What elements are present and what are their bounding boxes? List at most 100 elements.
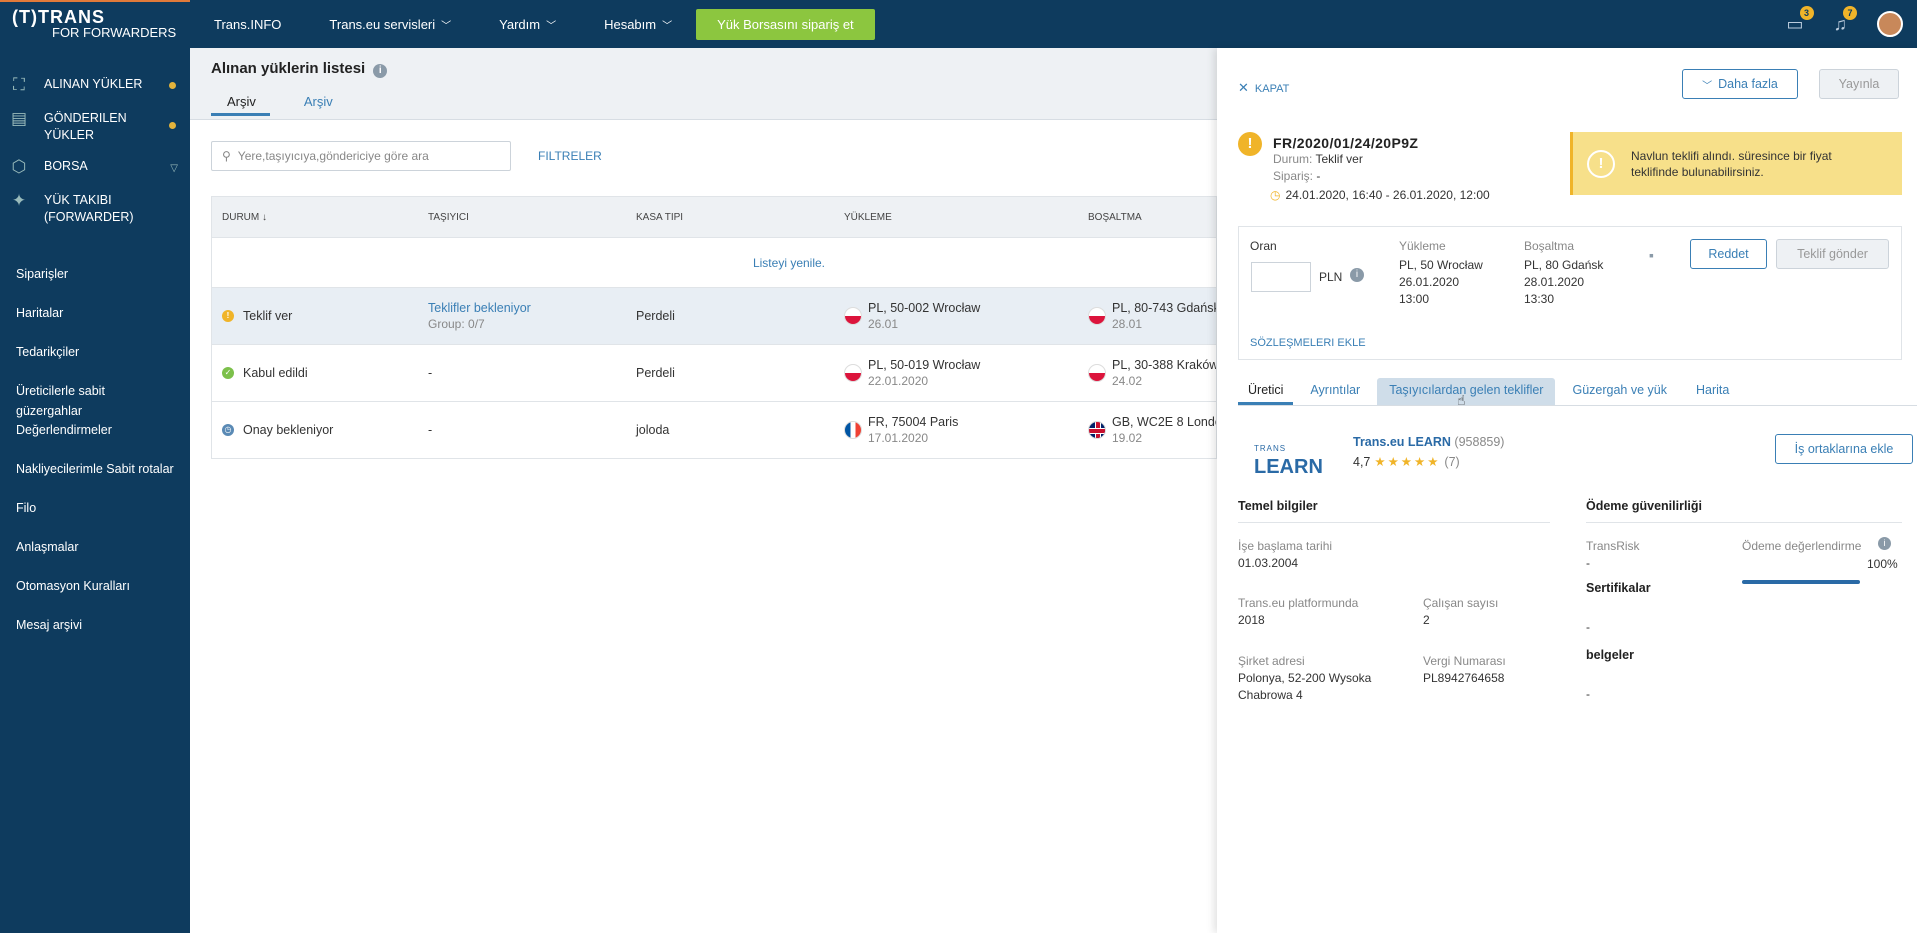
messages-button[interactable]: ▭ 3 xyxy=(1786,5,1814,35)
company-name[interactable]: Trans.eu LEARN (958859) xyxy=(1353,435,1504,449)
company-name-text: Trans.eu LEARN xyxy=(1353,435,1451,449)
search-icon: ⚲ xyxy=(222,149,231,163)
reject-button[interactable]: Reddet xyxy=(1690,239,1767,269)
tab-route-and-load[interactable]: Güzergah ve yük xyxy=(1560,378,1679,405)
loading-date: 17.01.2020 xyxy=(868,431,929,445)
comment-icon[interactable]: ▪ xyxy=(1649,247,1654,264)
nav-link-maps[interactable]: Haritalar xyxy=(0,303,190,342)
sidebar: (T)TRANS FOR FORWARDERS ⛶ ALINAN YÜKLER ▤… xyxy=(0,0,190,933)
payment-rating-label: Ödeme değerlendirme xyxy=(1742,539,1862,553)
info-icon[interactable]: i xyxy=(1878,537,1891,550)
nav-link-agreements[interactable]: Anlaşmalar xyxy=(0,537,190,576)
tab-archive-active[interactable]: Arşiv xyxy=(211,94,270,116)
nav-tracking[interactable]: ✦ YÜK TAKIBI (FORWARDER) xyxy=(0,186,190,234)
info-icon[interactable]: i xyxy=(373,64,388,78)
topnav-transinfo[interactable]: Trans.INFO xyxy=(214,17,281,32)
avatar[interactable] xyxy=(1877,11,1903,37)
notifications-button[interactable]: ♫ 7 xyxy=(1834,5,1857,35)
rate-input[interactable] xyxy=(1251,262,1311,292)
unloading-place: PL, 30-388 Kraków xyxy=(1112,358,1216,372)
secondary-nav: Siparişler Haritalar Tedarikçiler Üretic… xyxy=(0,264,190,654)
table-header: DURUM ↓ TAŞIYICI KASA TIPI YÜKLEME BOŞAL… xyxy=(211,196,1217,238)
start-date-label: İşe başlama tarihi xyxy=(1238,539,1333,553)
order-status-line: Durum: Teklif ver xyxy=(1273,151,1490,168)
nav-link-fleet[interactable]: Filo xyxy=(0,498,190,537)
carrier-text[interactable]: Teklifler bekleniyor xyxy=(428,301,628,315)
notifications-badge: 7 xyxy=(1843,5,1857,20)
brand-logo[interactable]: (T)TRANS FOR FORWARDERS xyxy=(0,0,190,48)
unloading-date: 19.02 xyxy=(1112,431,1143,445)
order-exchange-button[interactable]: Yük Borsasını sipariş et xyxy=(696,8,875,40)
chevron-down-icon: ﹀ xyxy=(662,20,673,32)
rate-label: Oran xyxy=(1250,239,1277,253)
nav-outgoing-loads[interactable]: ▤ GÖNDERILEN YÜKLER xyxy=(0,104,190,152)
filters-button[interactable]: FILTRELER xyxy=(538,149,602,163)
address-value: Polonya, 52-200 Wysoka Chabrowa 4 xyxy=(1238,670,1371,704)
tab-details[interactable]: Ayrıntılar xyxy=(1298,378,1372,405)
topnav-account[interactable]: Hesabım ﹀ xyxy=(604,17,672,32)
send-offer-button[interactable]: Teklif gönder xyxy=(1776,239,1889,269)
add-partner-button[interactable]: İş ortaklarına ekle xyxy=(1775,434,1913,464)
certificates-title: Sertifikalar xyxy=(1586,581,1651,595)
nav-label: GÖNDERILEN YÜKLER xyxy=(44,111,127,142)
loading-place: PL, 50-019 Wrocław xyxy=(868,358,981,372)
col-status[interactable]: DURUM ↓ xyxy=(212,212,420,223)
nav-link-message-archive[interactable]: Mesaj arşivi xyxy=(0,615,190,654)
nav-link-automation[interactable]: Otomasyon Kuralları xyxy=(0,576,190,615)
table-row[interactable]: ✓ Kabul edildi - Perdeli PL, 50-019 Wrocł… xyxy=(211,345,1217,402)
refresh-list-link[interactable]: Listeyi yenile. xyxy=(211,238,1217,288)
nav-incoming-loads[interactable]: ⛶ ALINAN YÜKLER xyxy=(0,70,190,104)
close-panel-button[interactable]: ✕ KAPAT xyxy=(1238,80,1289,96)
col-loading: YÜKLEME xyxy=(844,211,892,223)
table-row[interactable]: ! Teklif ver Teklifler bekleniyor Group: 0… xyxy=(211,288,1217,345)
nav-link-orders[interactable]: Siparişler xyxy=(0,264,190,303)
more-label: Daha fazla xyxy=(1718,77,1778,91)
nav-exchange[interactable]: ⬡ BORSA ▽ xyxy=(0,152,190,186)
incoming-loads-icon: ⛶ xyxy=(13,75,25,94)
carrier-text: - xyxy=(428,366,433,380)
nav-link-fixed-routes-producers[interactable]: Üreticilerle sabit güzergahlar xyxy=(0,381,190,420)
nav-link-fixed-routes-carriers[interactable]: Nakliyecilerimle Sabit rotalar xyxy=(0,459,190,498)
nav-link-suppliers[interactable]: Tedarikçiler xyxy=(0,342,190,381)
search-input[interactable]: ⚲ Yere,taşıyıcıya,göndericiye göre ara xyxy=(211,141,511,171)
warning-banner: ! Navlun teklifi alındı. süresince bir f… xyxy=(1570,132,1902,195)
add-contracts-link[interactable]: SÖZLEŞMELERI EKLE xyxy=(1250,337,1366,349)
tab-map[interactable]: Harita xyxy=(1684,378,1741,405)
notification-dot xyxy=(169,122,176,129)
topnav-help[interactable]: Yardım ﹀ xyxy=(499,17,556,32)
company-id: (958859) xyxy=(1454,435,1505,449)
close-label: KAPAT xyxy=(1254,83,1290,95)
body-type: joloda xyxy=(636,423,670,437)
more-button[interactable]: ﹀ Daha fazla xyxy=(1682,69,1798,99)
top-bar: Trans.INFO Trans.eu servisleri ﹀ Yardım ﹀ … xyxy=(190,0,1917,48)
publish-button[interactable]: Yayınla xyxy=(1819,69,1899,99)
nav-label: BORSA xyxy=(44,159,88,173)
loading-place: PL, 50 Wrocław xyxy=(1399,258,1483,272)
order-header: ! FR/2020/01/24/20P9Z Durum: Teklif ver … xyxy=(1238,132,1490,202)
nav-link-ratings[interactable]: Değerlendirmeler xyxy=(0,420,190,459)
info-icon[interactable]: i xyxy=(1350,268,1364,282)
poland-flag-icon xyxy=(1088,307,1106,325)
brand-line1: (T)TRANS xyxy=(12,7,105,27)
company-rating: 4,7 ★★★★★ (7) xyxy=(1353,454,1460,469)
messages-badge: 3 xyxy=(1799,5,1814,20)
france-flag-icon xyxy=(844,421,862,439)
carrier-sub: Group: 0/7 xyxy=(428,317,485,331)
satellite-icon: ✦ xyxy=(11,191,27,210)
unloading-time: 13:30 xyxy=(1524,292,1555,306)
order-label: Sipariş: xyxy=(1273,169,1314,183)
page-title-text: Alınan yüklerin listesi xyxy=(211,60,366,77)
rating-count: (7) xyxy=(1444,455,1460,469)
payment-rating-bar xyxy=(1742,580,1860,584)
exclamation-icon: ! xyxy=(1587,149,1615,178)
start-date-value: 01.03.2004 xyxy=(1238,556,1299,570)
tab-producer[interactable]: Üretici xyxy=(1238,378,1294,405)
address-line1: Polonya, 52-200 Wysoka xyxy=(1238,671,1372,685)
topnav-services[interactable]: Trans.eu servisleri ﹀ xyxy=(329,17,451,32)
tab-archive[interactable]: Arşiv xyxy=(290,94,347,116)
body-type: Perdeli xyxy=(636,309,675,323)
main-nav: ⛶ ALINAN YÜKLER ▤ GÖNDERILEN YÜKLER ⬡ BO… xyxy=(0,48,190,234)
page-title: Alınan yüklerin listesi i xyxy=(211,60,1196,78)
table-row[interactable]: ◷ Onay bekleniyor - joloda FR, 75004 Pari… xyxy=(211,402,1217,459)
offer-box: Oran PLN i Yükleme PL, 50 Wrocław 26.01.2… xyxy=(1238,226,1902,360)
